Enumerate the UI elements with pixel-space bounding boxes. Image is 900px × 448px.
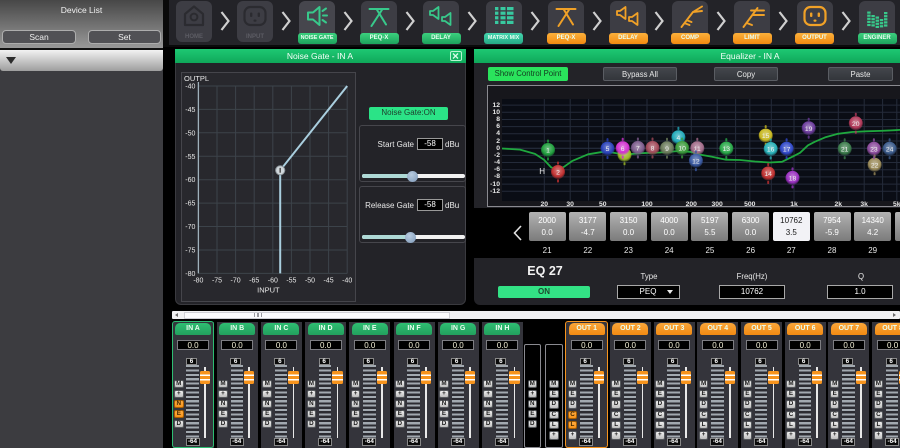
svg-text:6: 6 [621, 146, 625, 153]
svg-text:-65: -65 [185, 201, 195, 208]
svg-text:-75: -75 [212, 277, 222, 284]
svg-text:-75: -75 [185, 248, 195, 255]
svg-text:11: 11 [694, 146, 701, 153]
svg-text:-55: -55 [185, 154, 195, 161]
svg-text:21: 21 [841, 146, 849, 153]
svg-text:-70: -70 [231, 277, 241, 284]
svg-text:-65: -65 [249, 277, 259, 284]
svg-text:22: 22 [871, 162, 879, 169]
svg-text:10: 10 [678, 146, 686, 153]
svg-text:-45: -45 [185, 107, 195, 114]
svg-text:15: 15 [762, 133, 770, 140]
svg-text:-50: -50 [305, 277, 315, 284]
svg-text:20: 20 [852, 121, 860, 128]
svg-text:13: 13 [723, 146, 731, 153]
svg-text:24: 24 [886, 146, 894, 153]
svg-text:4: 4 [677, 135, 681, 142]
svg-text:-55: -55 [286, 277, 296, 284]
svg-text:23: 23 [870, 146, 878, 153]
svg-text:-45: -45 [324, 277, 334, 284]
svg-text:5: 5 [606, 146, 610, 153]
svg-text:7: 7 [636, 146, 640, 153]
svg-text:18: 18 [789, 176, 797, 183]
svg-text:-40: -40 [185, 84, 195, 91]
svg-text:-80: -80 [193, 277, 203, 284]
svg-text:-60: -60 [268, 277, 278, 284]
svg-text:12: 12 [692, 158, 700, 165]
svg-text:14: 14 [764, 171, 772, 178]
svg-text:-60: -60 [185, 177, 195, 184]
svg-text:H: H [539, 167, 545, 176]
svg-text:17: 17 [783, 146, 791, 153]
svg-text:-50: -50 [185, 130, 195, 137]
svg-text:8: 8 [651, 146, 655, 153]
svg-text:19: 19 [805, 126, 813, 133]
svg-text:-40: -40 [342, 277, 352, 284]
svg-text:-70: -70 [185, 224, 195, 231]
svg-text:1: 1 [546, 148, 550, 155]
svg-text:2: 2 [556, 170, 560, 177]
svg-text:INPUT: INPUT [257, 285, 280, 294]
svg-text:9: 9 [665, 146, 669, 153]
svg-text:16: 16 [767, 147, 775, 154]
